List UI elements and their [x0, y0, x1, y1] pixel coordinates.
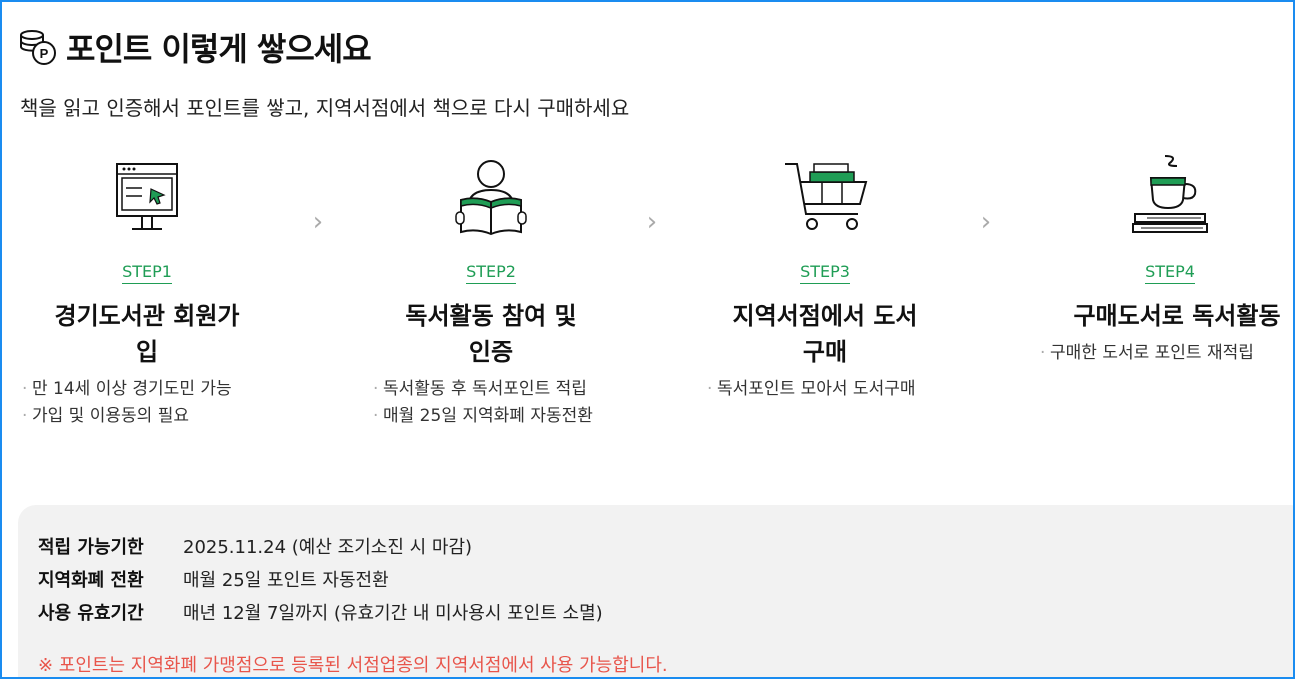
list-item: 만 14세 이상 경기도민 가능 — [22, 376, 287, 403]
step-title: 지역서점에서 도서구매 — [732, 302, 918, 366]
info-key: 사용 유효기간 — [38, 603, 144, 624]
info-row: 지역화폐 전환 매월 25일 포인트 자동전환 — [38, 566, 389, 592]
step-title: 구매도서로 독서활동 — [1073, 302, 1281, 330]
step-label: STEP4 — [1145, 262, 1195, 284]
info-value: 매년 12월 7일까지 (유효기간 내 미사용시 포인트 소멸) — [183, 603, 603, 624]
step-2: STEP2 독서활동 참여 및 인증 독서활동 후 독서포인트 적립 매월 25… — [351, 152, 631, 430]
step-label: STEP3 — [800, 262, 850, 284]
chevron-right-icon: › — [646, 207, 658, 237]
person-reading-book-icon — [455, 160, 527, 236]
coins-point-icon: P — [20, 30, 56, 65]
info-value: 2025.11.24 (예산 조기소진 시 마감) — [183, 537, 473, 558]
chevron-right-icon: › — [980, 207, 992, 237]
list-item: 가입 및 이용동의 필요 — [22, 403, 287, 430]
step-title: 독서활동 참여 및 인증 — [405, 302, 577, 366]
step-bullets: 독서포인트 모아서 도서구매 — [707, 376, 965, 403]
info-box: 적립 가능기한 2025.11.24 (예산 조기소진 시 마감) 지역화폐 전… — [18, 505, 1293, 677]
points-guide-panel: P 포인트 이렇게 쌓으세요 책을 읽고 인증해서 포인트를 쌓고, 지역서점에… — [0, 0, 1295, 679]
computer-monitor-icon — [116, 163, 178, 230]
info-row: 적립 가능기한 2025.11.24 (예산 조기소진 시 마감) — [38, 533, 472, 559]
info-row: 사용 유효기간 매년 12월 7일까지 (유효기간 내 미사용시 포인트 소멸) — [38, 599, 603, 625]
step-label: STEP1 — [122, 262, 172, 284]
notice-text: ※ 포인트는 지역화폐 가맹점으로 등록된 서점업종의 지역서점에서 사용 가능… — [38, 655, 668, 676]
info-key: 지역화폐 전환 — [38, 570, 144, 591]
step-bullets: 구매한 도서로 포인트 재적립 — [1040, 340, 1293, 367]
shopping-cart-books-icon — [785, 163, 868, 230]
page-title: 포인트 이렇게 쌓으세요 — [66, 30, 372, 68]
step-bullets: 독서활동 후 독서포인트 적립 매월 25일 지역화폐 자동전환 — [373, 376, 631, 430]
step-3: STEP3 지역서점에서 도서구매 독서포인트 모아서 도서구매 — [685, 152, 965, 403]
info-value: 매월 25일 포인트 자동전환 — [183, 570, 389, 591]
step-title: 경기도서관 회원가입 — [54, 302, 240, 366]
list-item: 독서활동 후 독서포인트 적립 — [373, 376, 631, 403]
step-bullets: 만 14세 이상 경기도민 가능 가입 및 이용동의 필요 — [22, 376, 287, 430]
svg-text:P: P — [40, 46, 49, 61]
title-row: P 포인트 이렇게 쌓으세요 — [18, 24, 372, 70]
step-1: STEP1 경기도서관 회원가입 만 14세 이상 경기도민 가능 가입 및 이… — [7, 152, 287, 430]
coffee-cup-books-icon — [1132, 155, 1208, 233]
chevron-right-icon: › — [312, 207, 324, 237]
step-4: STEP4 구매도서로 독서활동 구매한 도서로 포인트 재적립 — [1030, 152, 1293, 367]
info-key: 적립 가능기한 — [38, 537, 144, 558]
step-label: STEP2 — [466, 262, 516, 284]
list-item: 구매한 도서로 포인트 재적립 — [1040, 340, 1293, 367]
page-subtitle: 책을 읽고 인증해서 포인트를 쌓고, 지역서점에서 책으로 다시 구매하세요 — [20, 96, 630, 120]
list-item: 매월 25일 지역화폐 자동전환 — [373, 403, 603, 430]
list-item: 독서포인트 모아서 도서구매 — [707, 376, 965, 403]
